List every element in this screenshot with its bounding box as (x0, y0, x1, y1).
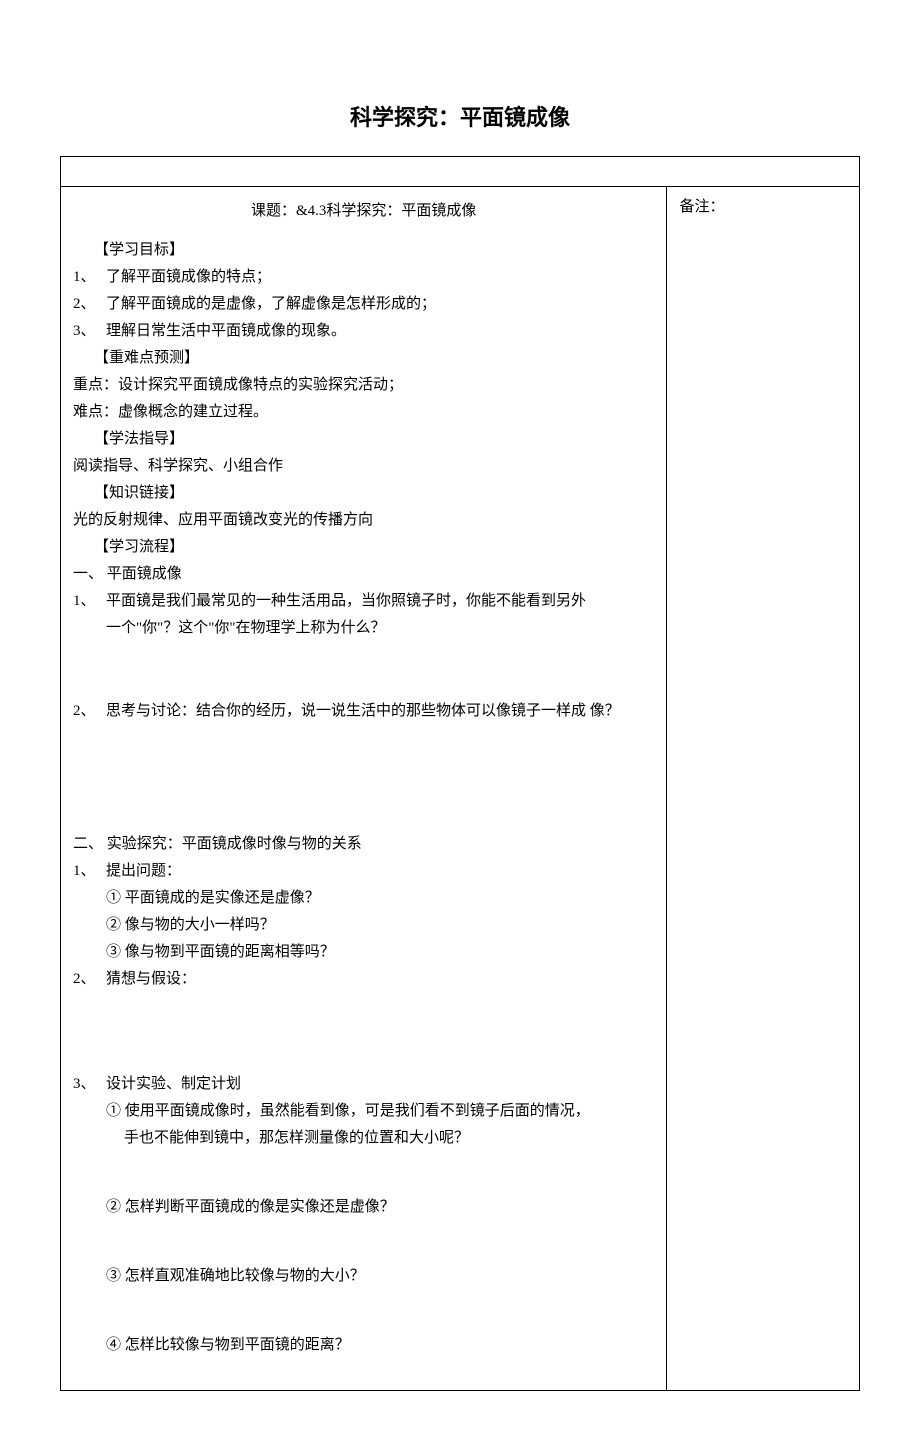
link-text: 光的反射规律、应用平面镜改变光的传播方向 (73, 508, 654, 529)
keypoint-item: 重点：设计探究平面镜成像特点的实验探究活动； (73, 373, 654, 394)
notes-label: 备注： (679, 199, 724, 215)
sub-question: ③ 像与物到平面镜的距离相等吗？ (106, 940, 654, 961)
top-spacer (61, 157, 859, 187)
sub-question: ③ 怎样直观准确地比较像与物的大小？ (106, 1264, 654, 1285)
sub-question: ② 像与物的大小一样吗？ (106, 913, 654, 934)
item-text: 理解日常生活中平面镜成像的现象。 (106, 319, 654, 340)
item-number: 2、 (73, 967, 106, 988)
sub-question: ① 使用平面镜成像时，虽然能看到像，可是我们看不到镜子后面的情况， (106, 1099, 654, 1120)
document-frame: 课题：&4.3科学探究：平面镜成像 【学习目标】 1、 了解平面镜成像的特点； … (60, 156, 860, 1391)
flow-heading: 【学习流程】 (73, 535, 654, 556)
lesson-header: 课题：&4.3科学探究：平面镜成像 (73, 195, 654, 232)
sub-question: ② 怎样判断平面镜成的像是实像还是虚像？ (106, 1195, 654, 1216)
keypoints-heading: 【重难点预测】 (73, 346, 654, 367)
item-number: 1、 (73, 265, 106, 286)
answer-space (73, 643, 654, 693)
answer-space (73, 1222, 654, 1258)
step-item: 2、 猜想与假设： (73, 967, 654, 988)
part2-title: 二、 实验探究：平面镜成像时像与物的关系 (73, 832, 654, 853)
item-number: 2、 (73, 292, 106, 313)
goal-item: 3、 理解日常生活中平面镜成像的现象。 (73, 319, 654, 340)
item-text: 猜想与假设： (106, 967, 654, 988)
goals-heading: 【学习目标】 (73, 238, 654, 259)
method-heading: 【学法指导】 (73, 427, 654, 448)
item-number: 3、 (73, 319, 106, 340)
item-text: 设计实验、制定计划 (106, 1072, 654, 1093)
method-text: 阅读指导、科学探究、小组合作 (73, 454, 654, 475)
item-number: 2、 (73, 699, 106, 720)
item-text-cont: 一个"你"？这个"你"在物理学上称为什么？ (106, 616, 654, 637)
item-text: 了解平面镜成像的特点； (106, 265, 654, 286)
answer-space (73, 776, 654, 826)
notes-cell: 备注： (667, 187, 859, 1390)
goal-item: 2、 了解平面镜成的是虚像，了解虚像是怎样形成的； (73, 292, 654, 313)
answer-space (73, 1044, 654, 1066)
goal-item: 1、 了解平面镜成像的特点； (73, 265, 654, 286)
part1-title: 一、 平面镜成像 (73, 562, 654, 583)
main-content-cell: 课题：&4.3科学探究：平面镜成像 【学习目标】 1、 了解平面镜成像的特点； … (61, 187, 667, 1390)
question-item: 2、 思考与讨论：结合你的经历，说一说生活中的那些物体可以像镜子一样成 像？ (73, 699, 654, 720)
item-text: 平面镜是我们最常见的一种生活用品，当你照镜子时，你能不能看到另外 (106, 589, 654, 610)
answer-space (73, 1291, 654, 1327)
step-item: 1、 提出问题： (73, 859, 654, 880)
item-number: 1、 (73, 859, 106, 880)
page-title: 科学探究：平面镜成像 (60, 100, 860, 132)
sub-question-cont: 手也不能伸到镜中，那怎样测量像的位置和大小呢？ (124, 1126, 654, 1147)
question-item: 1、 平面镜是我们最常见的一种生活用品，当你照镜子时，你能不能看到另外 (73, 589, 654, 610)
answer-space (73, 1153, 654, 1189)
sub-question: ④ 怎样比较像与物到平面镜的距离？ (106, 1333, 654, 1354)
item-text: 了解平面镜成的是虚像，了解虚像是怎样形成的； (106, 292, 654, 313)
answer-space (73, 726, 654, 776)
content-row: 课题：&4.3科学探究：平面镜成像 【学习目标】 1、 了解平面镜成像的特点； … (61, 187, 859, 1391)
item-number: 1、 (73, 589, 106, 610)
link-heading: 【知识链接】 (73, 481, 654, 502)
step-item: 3、 设计实验、制定计划 (73, 1072, 654, 1093)
answer-space (73, 994, 654, 1044)
item-text: 提出问题： (106, 859, 654, 880)
item-number: 3、 (73, 1072, 106, 1093)
sub-question: ① 平面镜成的是实像还是虚像？ (106, 886, 654, 907)
item-text: 思考与讨论：结合你的经历，说一说生活中的那些物体可以像镜子一样成 像？ (106, 699, 654, 720)
keypoint-item: 难点：虚像概念的建立过程。 (73, 400, 654, 421)
